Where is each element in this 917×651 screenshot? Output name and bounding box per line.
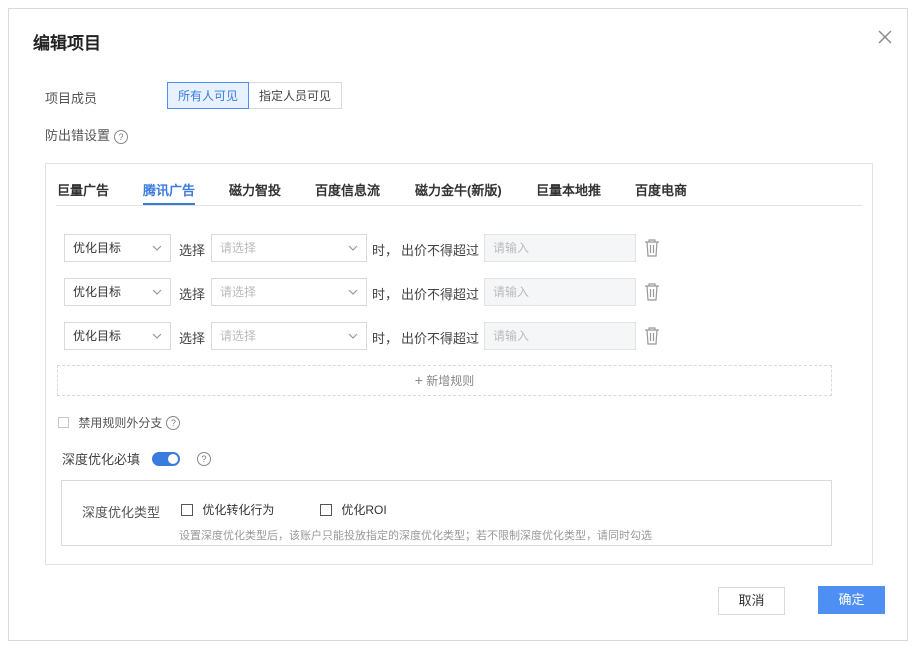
dialog-title: 编辑项目 — [33, 34, 101, 53]
help-circle-icon[interactable]: ? — [166, 415, 181, 430]
add-rule-button[interactable]: + 新增规则 — [57, 365, 832, 396]
help-circle-icon[interactable]: ? — [197, 452, 211, 466]
trash-icon[interactable] — [643, 238, 661, 258]
tab-cili-jinniu[interactable]: 磁力金牛(新版) — [415, 180, 502, 199]
deep-opt-hint: 设置深度优化类型后，该账户只能投放指定的深度优化类型；若不限制深度优化类型，请同… — [179, 530, 652, 542]
select-placeholder: 请选择 — [220, 241, 257, 255]
toggle-knob — [168, 454, 178, 464]
help-circle-icon[interactable]: ? — [114, 129, 129, 144]
conversion-label: 优化转化行为 — [202, 503, 275, 517]
edit-project-dialog: 编辑项目 项目成员 所有人可见 指定人员可见 防出错设置? 巨量广告 腾讯广告 … — [8, 8, 908, 641]
chevron-down-icon — [152, 245, 162, 251]
deep-opt-option-conversion[interactable]: 优化转化行为 — [181, 501, 274, 518]
confirm-button[interactable]: 确定 — [818, 586, 885, 614]
select-value: 优化目标 — [73, 329, 122, 343]
plus-icon: + — [414, 372, 423, 388]
disable-branch-row: 禁用规则外分支? — [58, 414, 181, 431]
members-label: 项目成员 — [45, 91, 98, 106]
disable-branch-checkbox[interactable] — [58, 417, 69, 428]
tab-juliang-local[interactable]: 巨量本地推 — [536, 180, 601, 199]
select-value: 优化目标 — [73, 285, 122, 299]
optimization-target-select[interactable]: 优化目标 — [64, 322, 171, 350]
tab-baidu-ecommerce[interactable]: 百度电商 — [635, 180, 687, 199]
select-placeholder: 请选择 — [220, 329, 257, 343]
bid-limit-label: 出价不得超过 — [401, 243, 480, 258]
select-value: 优化目标 — [73, 241, 122, 255]
anti-error-label-text: 防出错设置 — [45, 128, 111, 143]
platform-tabs: 巨量广告 腾讯广告 磁力智投 百度信息流 磁力金牛(新版) 巨量本地推 百度电商 — [56, 164, 862, 206]
trash-icon[interactable] — [643, 326, 661, 346]
deep-opt-toggle[interactable] — [152, 452, 180, 466]
tab-baidu-feed[interactable]: 百度信息流 — [315, 180, 380, 199]
bid-limit-label: 出价不得超过 — [401, 331, 480, 346]
deep-opt-type-label: 深度优化类型 — [82, 505, 161, 520]
chevron-down-icon — [152, 289, 162, 295]
optimization-target-select[interactable]: 优化目标 — [64, 278, 171, 306]
rule-row: 优化目标 选择 请选择 时， 出价不得超过 请输入 — [64, 234, 684, 262]
tab-cili-zhitou[interactable]: 磁力智投 — [229, 180, 281, 199]
members-visibility-segment: 所有人可见 指定人员可见 — [167, 82, 343, 109]
anti-error-panel: 巨量广告 腾讯广告 磁力智投 百度信息流 磁力金牛(新版) 巨量本地推 百度电商… — [45, 163, 873, 565]
cancel-button[interactable]: 取消 — [718, 587, 785, 615]
bid-limit-input[interactable]: 请输入 — [484, 278, 636, 306]
anti-error-label: 防出错设置? — [45, 125, 129, 144]
select-label: 选择 — [179, 287, 206, 302]
segment-specified-visible[interactable]: 指定人员可见 — [249, 82, 343, 109]
bid-limit-label: 出价不得超过 — [401, 287, 480, 302]
rule-row: 优化目标 选择 请选择 时， 出价不得超过 请输入 — [64, 278, 684, 306]
chevron-down-icon — [348, 289, 358, 295]
deep-opt-option-roi[interactable]: 优化ROI — [320, 501, 387, 518]
tab-tencent-ads[interactable]: 腾讯广告 — [143, 180, 195, 199]
optimization-target-select[interactable]: 优化目标 — [64, 234, 171, 262]
chevron-down-icon — [152, 333, 162, 339]
disable-branch-label: 禁用规则外分支 — [78, 416, 163, 430]
tab-juliang-ads[interactable]: 巨量广告 — [57, 180, 109, 199]
conversion-checkbox[interactable] — [181, 503, 193, 516]
value-select[interactable]: 请选择 — [211, 278, 367, 306]
select-label: 选择 — [179, 331, 206, 346]
rule-row: 优化目标 选择 请选择 时， 出价不得超过 请输入 — [64, 322, 684, 350]
bid-limit-input[interactable]: 请输入 — [484, 322, 636, 350]
when-text: 时， — [372, 331, 399, 346]
deep-opt-type-box: 深度优化类型 优化转化行为 优化ROI 设置深度优化类型后，该账户只能投放指定的… — [61, 480, 832, 546]
select-label: 选择 — [179, 243, 206, 258]
select-placeholder: 请选择 — [220, 285, 257, 299]
when-text: 时， — [372, 287, 399, 302]
segment-all-visible[interactable]: 所有人可见 — [167, 82, 250, 109]
chevron-down-icon — [348, 333, 358, 339]
roi-label: 优化ROI — [341, 503, 387, 517]
trash-icon[interactable] — [643, 282, 661, 302]
add-rule-label: 新增规则 — [426, 374, 475, 388]
chevron-down-icon — [348, 245, 358, 251]
roi-checkbox[interactable] — [320, 503, 332, 516]
value-select[interactable]: 请选择 — [211, 234, 367, 262]
value-select[interactable]: 请选择 — [211, 322, 367, 350]
active-tab-indicator — [143, 203, 195, 205]
bid-limit-input[interactable]: 请输入 — [484, 234, 636, 262]
when-text: 时， — [372, 243, 399, 258]
close-icon[interactable] — [875, 27, 895, 47]
deep-opt-label: 深度优化必填 — [62, 452, 141, 467]
